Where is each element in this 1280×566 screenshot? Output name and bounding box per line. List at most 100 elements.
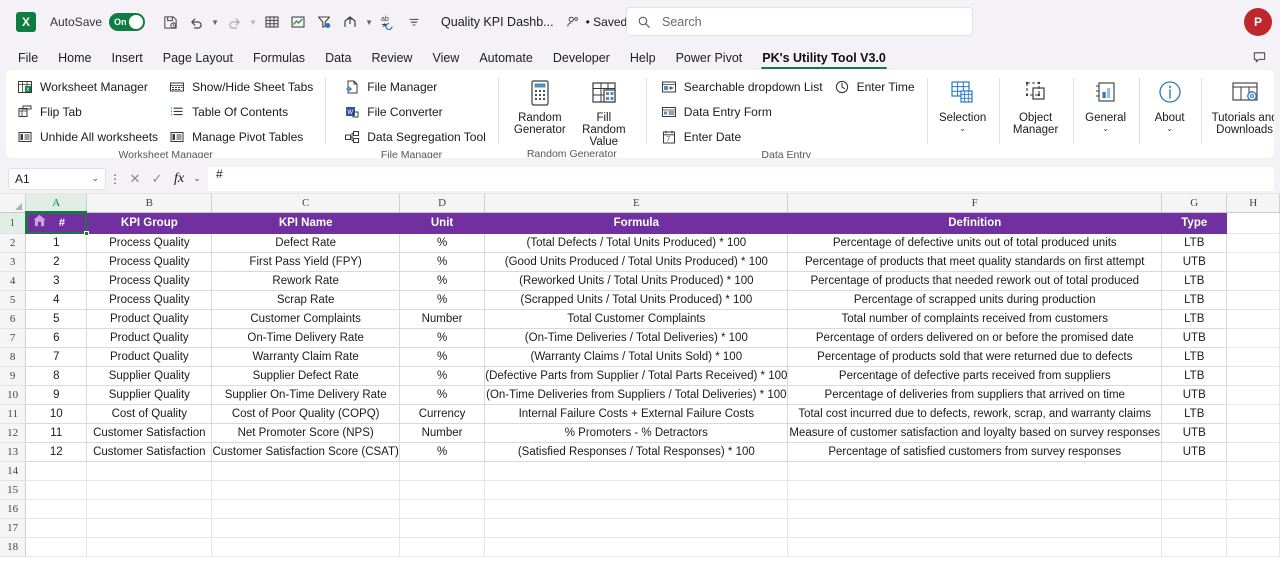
cell-d[interactable] [399, 518, 486, 538]
cell-c[interactable] [211, 461, 400, 481]
cell-h[interactable] [1226, 499, 1280, 519]
row-header-4[interactable]: 4 [0, 271, 27, 291]
row-header-12[interactable]: 12 [0, 423, 27, 443]
name-box[interactable]: A1 ⌄ [8, 167, 106, 190]
cell-definition[interactable]: Total number of complaints received from… [787, 309, 1163, 329]
row-header-17[interactable]: 17 [0, 518, 27, 538]
header-type[interactable]: Type [1161, 212, 1228, 234]
redo-icon[interactable] [221, 9, 247, 35]
cell-formula[interactable]: % Promoters - % Detractors [484, 423, 789, 443]
cell-num[interactable]: 9 [25, 385, 88, 405]
cell-type[interactable]: LTB [1161, 366, 1228, 386]
searchable-dropdown-list-button[interactable]: Searchable dropdown List [656, 74, 829, 99]
object-manager-button[interactable]: Object Manager [1003, 74, 1069, 158]
cell-h[interactable] [1226, 328, 1280, 348]
data-segregation-tool-button[interactable]: Data Segregation Tool [339, 124, 492, 149]
cell-unit[interactable]: % [399, 385, 486, 405]
cell-b[interactable] [86, 480, 213, 500]
cell-name[interactable]: Supplier Defect Rate [211, 366, 400, 386]
search-box[interactable] [626, 7, 973, 36]
column-header-h[interactable]: H [1226, 194, 1280, 213]
cell-h[interactable] [1226, 252, 1280, 272]
cell-formula[interactable]: (Defective Parts from Supplier / Total P… [484, 366, 789, 386]
row-header-14[interactable]: 14 [0, 461, 27, 481]
cell-num[interactable]: 1 [25, 233, 88, 253]
data-entry-form-button[interactable]: Data Entry Form [656, 99, 829, 124]
cell-num[interactable]: 8 [25, 366, 88, 386]
cell-num[interactable]: 4 [25, 290, 88, 310]
cell-e[interactable] [484, 480, 789, 500]
cell-num[interactable]: 12 [25, 442, 88, 462]
column-header-e[interactable]: E [484, 194, 789, 213]
cell-h[interactable] [1226, 480, 1280, 500]
header-unit[interactable]: Unit [399, 212, 486, 234]
cell-b[interactable] [86, 499, 213, 519]
cell-num[interactable]: 2 [25, 252, 88, 272]
cell-unit[interactable]: % [399, 442, 486, 462]
tab-page-layout[interactable]: Page Layout [153, 49, 243, 70]
cell-name[interactable]: First Pass Yield (FPY) [211, 252, 400, 272]
header-kpi-group[interactable]: KPI Group [86, 212, 213, 234]
tab-file[interactable]: File [8, 49, 48, 70]
row-header-18[interactable]: 18 [0, 537, 27, 557]
column-header-d[interactable]: D [399, 194, 486, 213]
row-header-15[interactable]: 15 [0, 480, 27, 500]
cell-e[interactable] [484, 499, 789, 519]
cell-g[interactable] [1161, 518, 1228, 538]
cell-formula[interactable]: (Reworked Units / Total Units Produced) … [484, 271, 789, 291]
cell-definition[interactable]: Percentage of products that meet quality… [787, 252, 1163, 272]
cell-num[interactable]: 7 [25, 347, 88, 367]
tab-automate[interactable]: Automate [469, 49, 543, 70]
cell-h[interactable] [1226, 518, 1280, 538]
tab-developer[interactable]: Developer [543, 49, 620, 70]
cell-type[interactable]: LTB [1161, 271, 1228, 291]
row-header-2[interactable]: 2 [0, 233, 27, 253]
general-button[interactable]: General ⌄ [1077, 74, 1135, 158]
cell-a[interactable] [25, 480, 88, 500]
show-hide-sheet-tabs-button[interactable]: Show/Hide Sheet Tabs [164, 74, 319, 99]
tab-power-pivot[interactable]: Power Pivot [666, 49, 753, 70]
cell-group[interactable]: Cost of Quality [86, 404, 213, 424]
tab-data[interactable]: Data [315, 49, 361, 70]
select-all-corner[interactable] [0, 194, 27, 213]
cell-d[interactable] [399, 480, 486, 500]
cell-definition[interactable]: Percentage of satisfied customers from s… [787, 442, 1163, 462]
cell-f[interactable] [787, 499, 1163, 519]
tab-pks-utility-tool[interactable]: PK's Utility Tool V3.0 [752, 49, 896, 70]
cell-group[interactable]: Product Quality [86, 328, 213, 348]
enter-time-button[interactable]: Enter Time [829, 74, 921, 99]
table-icon[interactable] [259, 9, 285, 35]
cell-group[interactable]: Product Quality [86, 309, 213, 329]
cell-h1[interactable] [1226, 212, 1280, 234]
share-icon[interactable] [337, 9, 363, 35]
selection-button[interactable]: Selection ⌄ [931, 74, 995, 158]
cell-h[interactable] [1226, 404, 1280, 424]
cell-name[interactable]: Scrap Rate [211, 290, 400, 310]
enter-date-button[interactable]: 7 Enter Date [656, 124, 829, 149]
cell-num[interactable]: 6 [25, 328, 88, 348]
row-header-6[interactable]: 6 [0, 309, 27, 329]
cell-b[interactable] [86, 537, 213, 557]
cell-d[interactable] [399, 461, 486, 481]
cell-h[interactable] [1226, 233, 1280, 253]
formula-bar-more-icon[interactable]: ⋮ [106, 172, 124, 186]
cell-type[interactable]: UTB [1161, 385, 1228, 405]
cell-h[interactable] [1226, 271, 1280, 291]
cell-type[interactable]: LTB [1161, 347, 1228, 367]
cell-d[interactable] [399, 499, 486, 519]
chart-icon[interactable] [285, 9, 311, 35]
row-header-16[interactable]: 16 [0, 499, 27, 519]
cell-type[interactable]: UTB [1161, 252, 1228, 272]
cell-unit[interactable]: % [399, 252, 486, 272]
cell-formula[interactable]: (Good Units Produced / Total Units Produ… [484, 252, 789, 272]
row-header-11[interactable]: 11 [0, 404, 27, 424]
cell-b[interactable] [86, 461, 213, 481]
insert-function-icon[interactable]: fx [168, 168, 190, 190]
row-header-3[interactable]: 3 [0, 252, 27, 272]
cell-group[interactable]: Supplier Quality [86, 385, 213, 405]
about-caret-icon[interactable]: ⌄ [1166, 124, 1173, 134]
manage-pivot-tables-button[interactable]: Manage Pivot Tables [164, 124, 319, 149]
cell-definition[interactable]: Percentage of products that needed rewor… [787, 271, 1163, 291]
cell-h[interactable] [1226, 442, 1280, 462]
avatar[interactable]: P [1244, 8, 1272, 36]
